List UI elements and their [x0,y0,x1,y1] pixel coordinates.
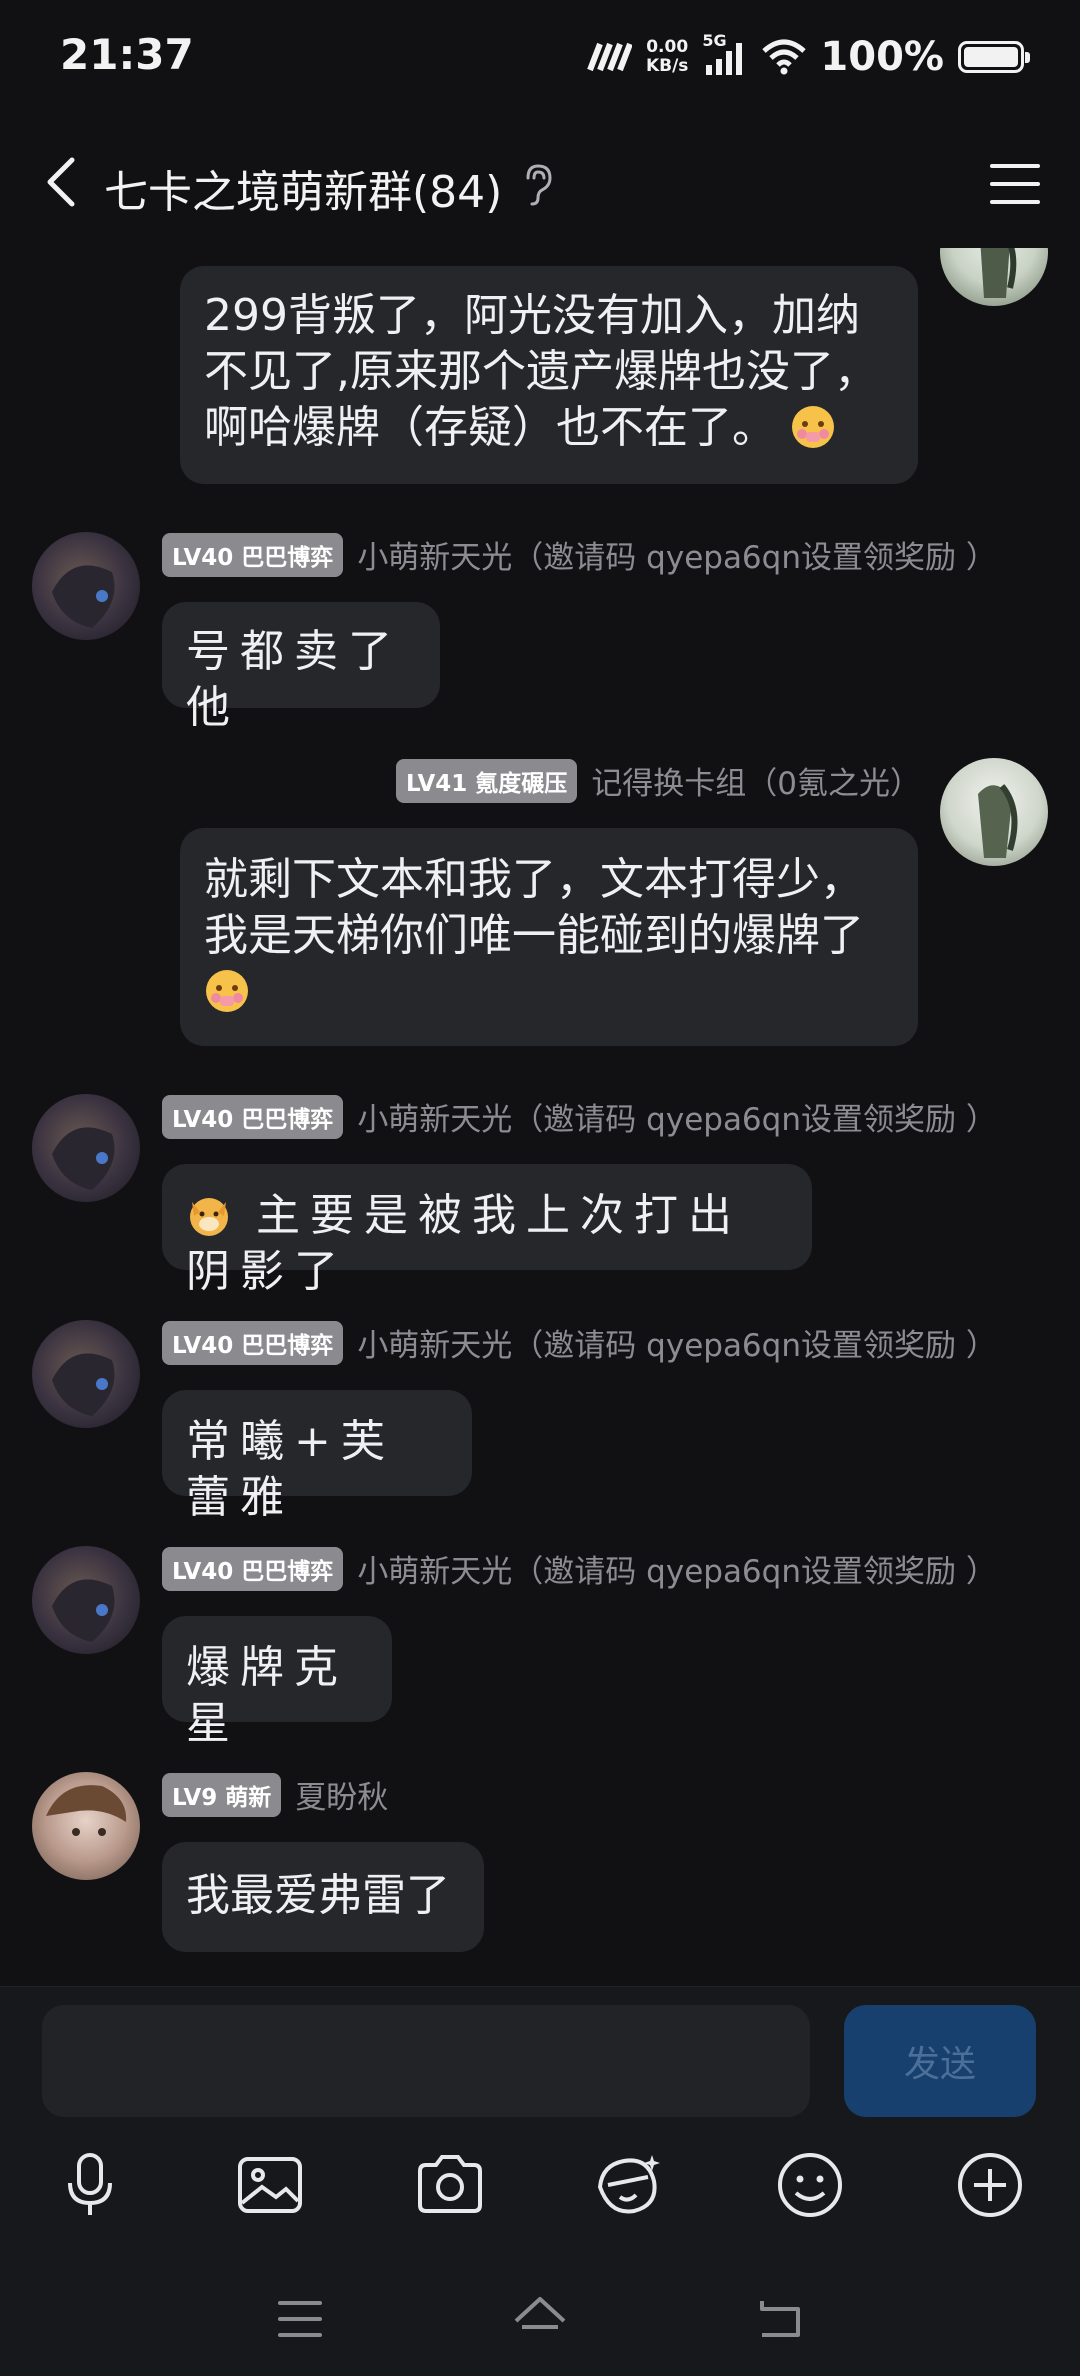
chat-header: 七卡之境萌新群(84) [0,120,1080,248]
message-bubble[interactable]: 就剩下文本和我了，文本打得少，我是天梯你们唯一能碰到的爆牌了 [180,828,918,1046]
level-badge: LV40 巴巴博弈 [162,532,344,577]
sender-name[interactable]: 小萌新天光（邀请码 qyepa6qn设置领奖励 ） [357,1546,997,1591]
sender-name[interactable]: 小萌新天光（邀请码 qyepa6qn设置领奖励 ） [357,1320,997,1365]
battery-icon [958,41,1030,73]
send-button[interactable]: 发送 [844,2005,1036,2117]
toolbar [0,2147,1080,2227]
avatar-self[interactable] [940,758,1048,866]
sender-meta: LV9 萌新 夏盼秋 [162,1772,388,1817]
sender-name[interactable]: 夏盼秋 [295,1772,388,1817]
sender-meta: LV41 氪度碾压 记得换卡组（0氪之光） [396,758,921,803]
avatar[interactable] [32,1320,140,1428]
avatar[interactable] [32,532,140,640]
level-badge: LV9 萌新 [162,1772,282,1817]
blushing-emoji-icon [206,970,248,1012]
avatar[interactable] [32,1094,140,1202]
level-badge: LV40 巴巴博弈 [162,1320,344,1365]
message-list[interactable]: 299背叛了，阿光没有加入，加纳不见了,原来那个遗产爆牌也没了，啊哈爆牌（存疑）… [0,248,1080,1986]
status-right: 0.00 KB/s 5G 100% [586,31,1030,80]
level-badge: LV41 氪度碾压 [396,758,578,803]
group-title[interactable]: 七卡之境萌新群(84) [104,156,502,220]
message-input[interactable] [42,2005,810,2117]
system-nav-bar [0,2265,1080,2376]
avatar[interactable] [32,1546,140,1654]
menu-icon[interactable] [986,156,1044,212]
input-area: 发送 [0,1986,1080,2376]
sender-name[interactable]: 记得换卡组（0氪之光） [591,758,921,803]
avatar-self[interactable] [940,248,1048,306]
ear-mode-icon[interactable] [520,162,556,208]
emoji-icon[interactable] [772,2147,848,2223]
doge-emoji-icon [190,1198,228,1236]
status-bar: 21:37 0.00 KB/s 5G 100% [0,0,1080,120]
plus-icon[interactable] [952,2147,1028,2223]
nav-back-icon[interactable] [748,2287,812,2351]
back-arrow-icon[interactable] [34,152,94,212]
blushing-emoji-icon [792,406,834,448]
camera-icon[interactable] [412,2147,488,2223]
message-bubble[interactable]: 299背叛了，阿光没有加入，加纳不见了,原来那个遗产爆牌也没了，啊哈爆牌（存疑）… [180,266,918,484]
status-time: 21:37 [60,30,194,79]
hd-signal-icon [587,42,632,72]
message-bubble[interactable]: 我最爱弗雷了 [162,1842,484,1952]
message-bubble[interactable]: 常曦+芙蕾雅 [162,1390,472,1523]
message-bubble[interactable]: 号都卖了他 [162,602,440,733]
sender-meta: LV40 巴巴博弈 小萌新天光（邀请码 qyepa6qn设置领奖励 ） [162,1320,997,1365]
level-badge: LV40 巴巴博弈 [162,1094,344,1139]
message-bubble[interactable]: 主要是被我上次打出阴影了 [162,1164,812,1297]
microphone-icon[interactable] [52,2147,128,2223]
sender-meta: LV40 巴巴博弈 小萌新天光（邀请码 qyepa6qn设置领奖励 ） [162,1546,997,1591]
avatar[interactable] [32,1772,140,1880]
net-speed: 0.00 KB/s [645,37,689,76]
nav-menu-icon[interactable] [268,2287,332,2351]
sender-meta: LV40 巴巴博弈 小萌新天光（邀请码 qyepa6qn设置领奖励 ） [162,532,997,577]
sender-name[interactable]: 小萌新天光（邀请码 qyepa6qn设置领奖励 ） [357,532,997,577]
battery-percent: 100% [820,34,944,80]
message-bubble[interactable]: 爆牌克星 [162,1616,392,1749]
nav-home-icon[interactable] [508,2287,572,2351]
image-icon[interactable] [232,2147,308,2223]
sender-meta: LV40 巴巴博弈 小萌新天光（邀请码 qyepa6qn设置领奖励 ） [162,1094,997,1139]
sender-name[interactable]: 小萌新天光（邀请码 qyepa6qn设置领奖励 ） [357,1094,997,1139]
ai-face-icon[interactable] [590,2147,666,2223]
level-badge: LV40 巴巴博弈 [162,1546,344,1591]
wifi-icon [762,39,807,75]
cell-signal-icon: 5G [702,31,748,77]
